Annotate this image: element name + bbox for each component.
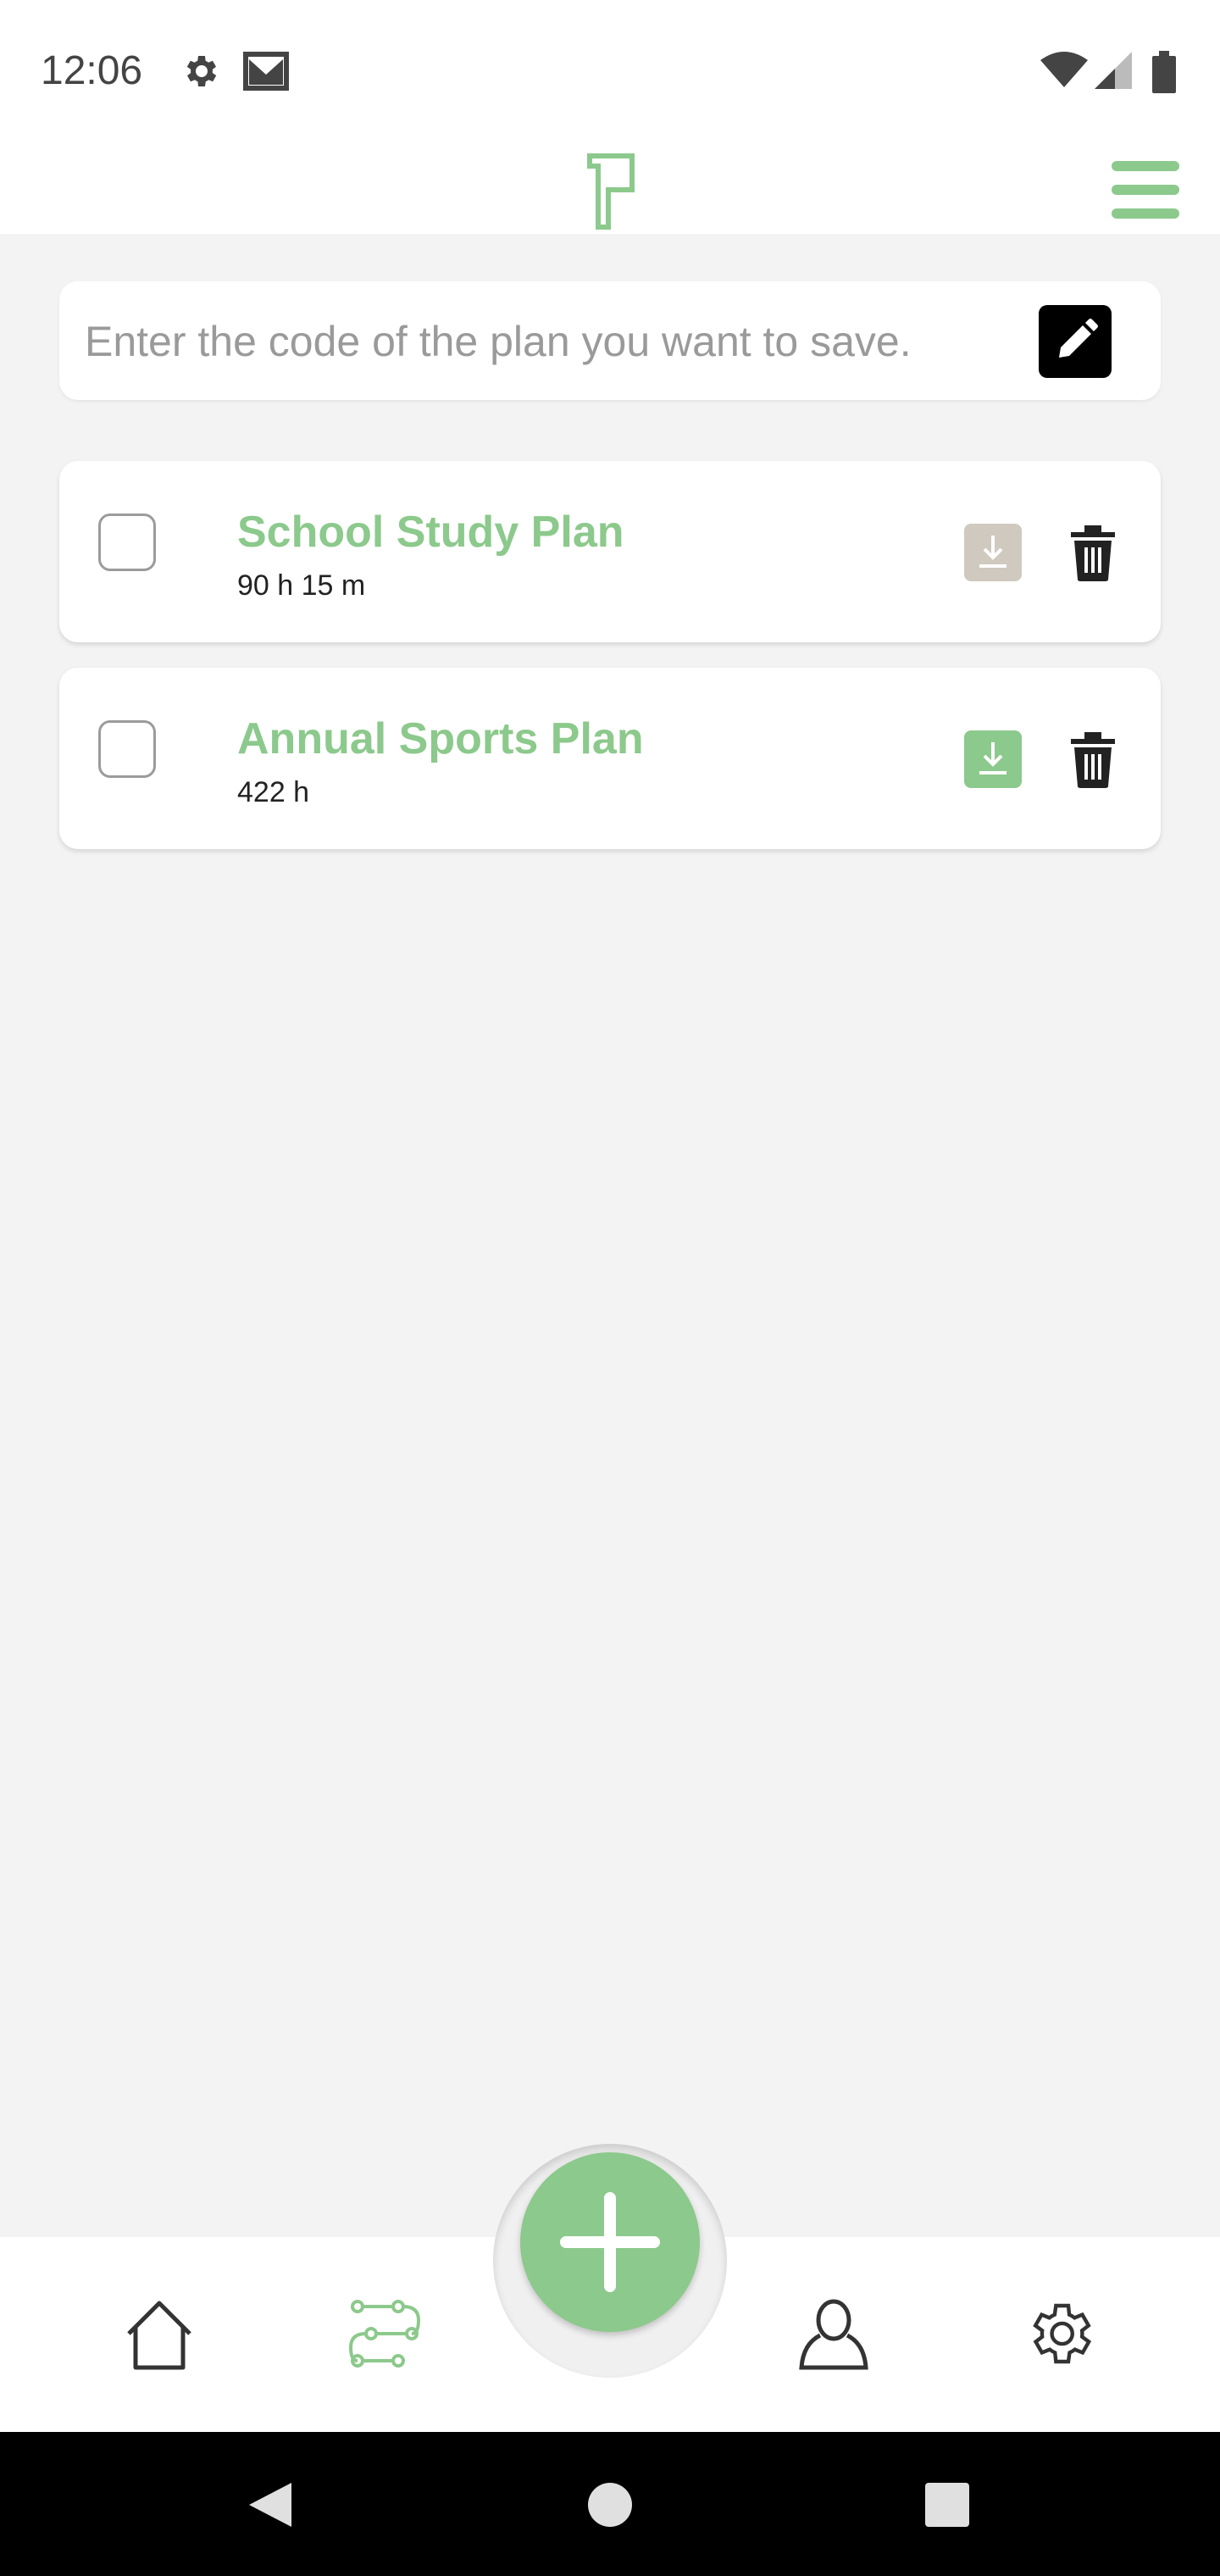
- delete-button[interactable]: [1068, 729, 1118, 790]
- delete-button[interactable]: [1068, 522, 1118, 583]
- profile-icon[interactable]: [796, 2296, 871, 2371]
- plus-icon: [560, 2192, 660, 2292]
- plan-checkbox[interactable]: [98, 514, 156, 571]
- download-button[interactable]: [964, 730, 1022, 788]
- app-logo: [587, 153, 635, 230]
- download-icon: [979, 742, 1006, 774]
- settings-notification-icon: [186, 56, 217, 86]
- status-time: 12:06: [41, 48, 143, 93]
- home-system-icon[interactable]: [586, 2481, 634, 2529]
- plan-card[interactable]: Annual Sports Plan 422 h: [59, 668, 1161, 849]
- edit-button[interactable]: [1039, 305, 1112, 378]
- pencil-icon: [1059, 319, 1098, 358]
- menu-button[interactable]: [1108, 158, 1183, 222]
- home-icon[interactable]: [122, 2296, 197, 2371]
- plan-code-input[interactable]: [83, 305, 1052, 378]
- wifi-icon: [1040, 52, 1088, 87]
- plan-duration: 422 h: [237, 776, 310, 808]
- menu-bar-icon: [1112, 161, 1179, 171]
- plan-code-field: [59, 281, 1161, 400]
- plan-duration: 90 h 15 m: [237, 569, 366, 602]
- back-icon[interactable]: [246, 2479, 295, 2530]
- download-icon: [979, 536, 1006, 568]
- trash-icon: [1071, 525, 1115, 581]
- plans-icon[interactable]: [347, 2296, 422, 2371]
- gmail-notification-icon: [243, 52, 289, 91]
- plan-title: School Study Plan: [237, 508, 624, 557]
- plan-title: Annual Sports Plan: [237, 714, 644, 763]
- settings-icon[interactable]: [1022, 2296, 1096, 2371]
- system-navigation-bar: [0, 2432, 1220, 2576]
- recents-icon[interactable]: [925, 2483, 969, 2527]
- signal-icon: [1095, 52, 1132, 89]
- plan-checkbox[interactable]: [98, 720, 156, 778]
- trash-icon: [1071, 732, 1115, 788]
- add-plan-button[interactable]: [520, 2152, 700, 2332]
- menu-bar-icon: [1112, 208, 1179, 219]
- plan-card[interactable]: School Study Plan 90 h 15 m: [59, 461, 1161, 642]
- battery-icon: [1152, 51, 1176, 93]
- status-bar: 12:06: [0, 0, 1220, 142]
- menu-bar-icon: [1112, 185, 1179, 195]
- download-button[interactable]: [964, 524, 1022, 581]
